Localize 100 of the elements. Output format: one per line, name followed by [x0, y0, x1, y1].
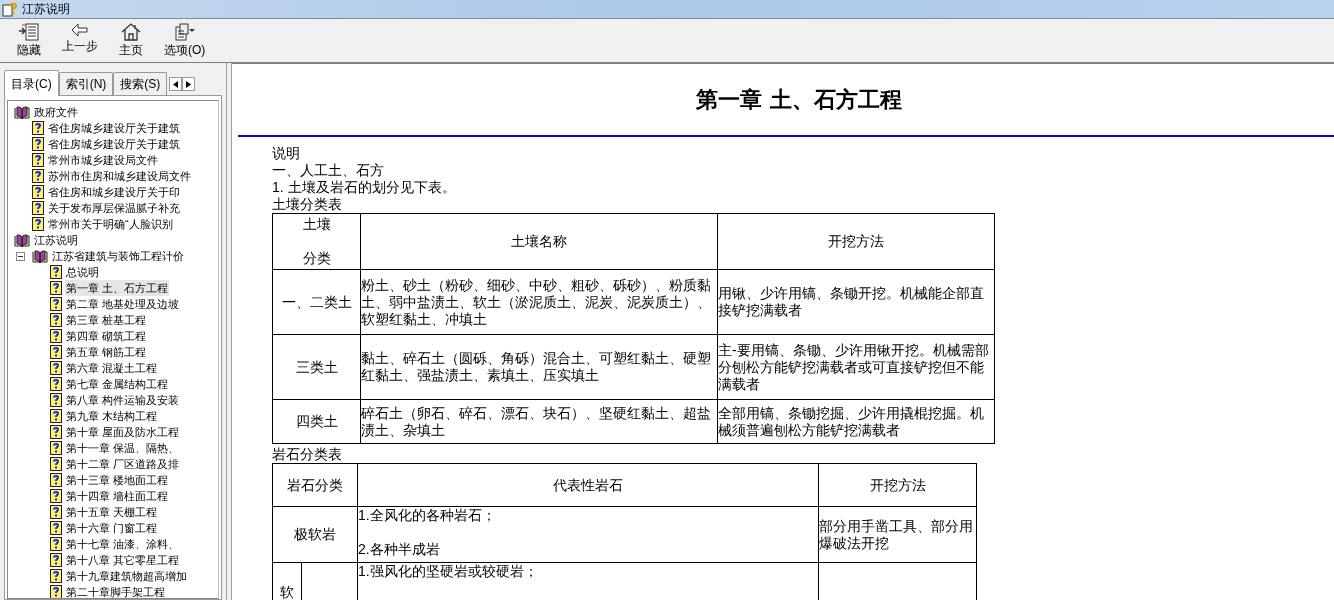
help-page-icon [50, 393, 62, 407]
table-cell: 极软岩 [272, 506, 358, 563]
tree-item[interactable]: 关于发布厚层保温腻子补充 [47, 200, 181, 216]
tree-item[interactable]: 第十三章 楼地面工程 [65, 472, 170, 488]
column-header: 代表性岩石 [357, 463, 819, 507]
tree-item[interactable]: 第十五章 天棚工程 [65, 504, 159, 520]
column-header: 土壤名称 [360, 213, 718, 270]
paragraph: 说明 [272, 145, 300, 162]
toolbar-button[interactable]: 选项(O) [164, 23, 206, 57]
tree-item[interactable]: 第六章 混凝土工程 [65, 360, 159, 376]
tree-item[interactable]: 第十一章 保温、隔热、 [65, 440, 181, 456]
help-page-icon [32, 217, 44, 231]
hide-pane-icon [18, 23, 40, 41]
help-page-icon [32, 153, 44, 167]
paragraph: 一、人工土、石方 [272, 162, 384, 179]
help-page-icon [50, 377, 62, 391]
tree-item[interactable]: 第七章 金属结构工程 [65, 376, 170, 392]
tree-item[interactable]: 第四章 砌筑工程 [65, 328, 148, 344]
tree-item[interactable]: 第一章 土、石方工程 [65, 280, 170, 296]
tree-item[interactable]: 第九章 木结构工程 [65, 408, 159, 424]
tree-item[interactable]: 江苏省建筑与装饰工程计价 [51, 248, 185, 264]
tree-item[interactable]: 第二十章脚手架工程 [65, 584, 166, 598]
help-page-icon [32, 201, 44, 215]
help-page-icon [32, 185, 44, 199]
help-page-icon [50, 425, 62, 439]
table-cell: 全部用镐、条锄挖掘、少许用撬棍挖掘。机械须普遍刨松方能铲挖满载者 [717, 399, 995, 444]
tree-item[interactable]: 第二章 地基处理及边坡 [65, 296, 181, 312]
help-page-icon [32, 137, 44, 151]
table-cell: 用锹、少许用镐、条锄开挖。机械能企部直接铲挖满载者 [717, 269, 995, 335]
table-cell: 部分用手凿工具、部分用爆破法开挖 [818, 506, 977, 563]
tree-item[interactable]: 第三章 桩基工程 [65, 312, 148, 328]
tree-item[interactable]: 省住房城乡建设厅关于建筑 [47, 136, 181, 152]
chapter-heading: 第一章 土、石方工程 [696, 85, 902, 114]
tree-item[interactable]: 政府文件 [33, 104, 79, 120]
paragraph: 1. 土壤及岩石的划分见下表。 [272, 179, 456, 196]
help-page-icon [50, 297, 62, 311]
tree-item[interactable]: 第十七章 油漆、涂料、 [65, 536, 181, 552]
book-icon [14, 105, 30, 119]
tree-item[interactable]: 第五章 钢筋工程 [65, 344, 148, 360]
help-page-icon [50, 409, 62, 423]
tree-item[interactable]: 常州市关于明确“人脸识别 [47, 216, 174, 232]
column-header: 开挖方法 [818, 463, 977, 507]
help-page-icon [50, 553, 62, 567]
scroll-left-icon[interactable] [169, 77, 183, 91]
options-icon [173, 23, 196, 41]
help-page-icon [50, 313, 62, 327]
help-page-icon [50, 361, 62, 375]
help-page-icon [50, 537, 62, 551]
table-cell: 四类土 [272, 399, 361, 444]
help-page-icon [50, 345, 62, 359]
help-page-icon [50, 489, 62, 503]
column-header: 岩石分类 [272, 463, 358, 507]
tree-item[interactable]: 江苏说明 [33, 232, 79, 248]
book-icon [32, 249, 48, 263]
toolbar-button[interactable]: 上一步 [62, 23, 98, 53]
home-icon [121, 23, 141, 41]
tree-item[interactable]: 第十六章 门窗工程 [65, 520, 159, 536]
help-page-icon [32, 169, 44, 183]
help-app-icon [2, 1, 18, 17]
tree-item[interactable]: 省住房城乡建设厅关于建筑 [47, 120, 181, 136]
table-cell: 软 [272, 562, 302, 600]
tree-item[interactable]: 第十九章建筑物超高增加 [65, 568, 188, 584]
help-page-icon [50, 585, 62, 598]
tree-item[interactable]: 第十章 屋面及防水工程 [65, 424, 181, 440]
help-page-icon [50, 505, 62, 519]
column-header: 开挖方法 [717, 213, 995, 270]
toolbar-button[interactable]: 隐藏 [14, 23, 44, 57]
back-arrow-icon [71, 23, 89, 37]
help-page-icon [50, 473, 62, 487]
help-page-icon [50, 441, 62, 455]
help-page-icon [50, 329, 62, 343]
tree-item[interactable]: 第十二章 厂区道路及排 [65, 456, 181, 472]
table-cell: 主-要用镐、条锄、少许用锹开挖。机械需部分刨松方能铲挖满载者或可直接铲挖但不能满载者 [717, 334, 995, 400]
scroll-right-icon[interactable] [182, 77, 196, 91]
tree-item[interactable]: 第十四章 墙柱面工程 [65, 488, 170, 504]
help-page-icon [50, 265, 62, 279]
tab[interactable]: 索引(N) [58, 72, 114, 95]
help-page-icon [50, 457, 62, 471]
table-cell: 一、二类土 [272, 269, 361, 335]
tree-item[interactable]: 常州市城乡建设局文件 [47, 152, 159, 168]
tree-item[interactable]: 省住房和城乡建设厅关于印 [47, 184, 181, 200]
table-cell: 黏土、碎石土（圆砾、角砾）混合土、可塑红黏土、硬塑红黏土、强盐渍土、素填土、压实填土 [360, 334, 718, 400]
book-icon [14, 233, 30, 247]
window-title: 江苏说明 [22, 1, 70, 18]
tree-item[interactable]: 第十八章 其它零星工程 [65, 552, 181, 568]
column-header: 土壤 分类 [272, 213, 361, 270]
table-caption: 岩石分类表 [272, 446, 342, 463]
tree-item[interactable]: 苏州市住房和城乡建设局文件 [47, 168, 192, 184]
table-cell: 三类土 [272, 334, 361, 400]
help-page-icon [50, 281, 62, 295]
collapse-icon[interactable] [16, 251, 25, 261]
tree-item[interactable]: 总说明 [65, 264, 100, 280]
table-cell: 碎石土（卵石、碎石、漂石、块石）、坚硬红黏土、超盐渍土、杂填土 [360, 399, 718, 444]
table-cell: 1.全风化的各种岩石； 2.各种半成岩 [357, 506, 819, 563]
table-cell: 1.强风化的坚硬岩或较硬岩； [357, 562, 819, 600]
help-page-icon [32, 121, 44, 135]
tree-item[interactable]: 第八章 构件运输及安装 [65, 392, 181, 408]
tab[interactable]: 目录(C) [4, 70, 59, 96]
tab[interactable]: 搜索(S) [113, 72, 168, 95]
toolbar-button[interactable]: 主页 [116, 23, 146, 57]
